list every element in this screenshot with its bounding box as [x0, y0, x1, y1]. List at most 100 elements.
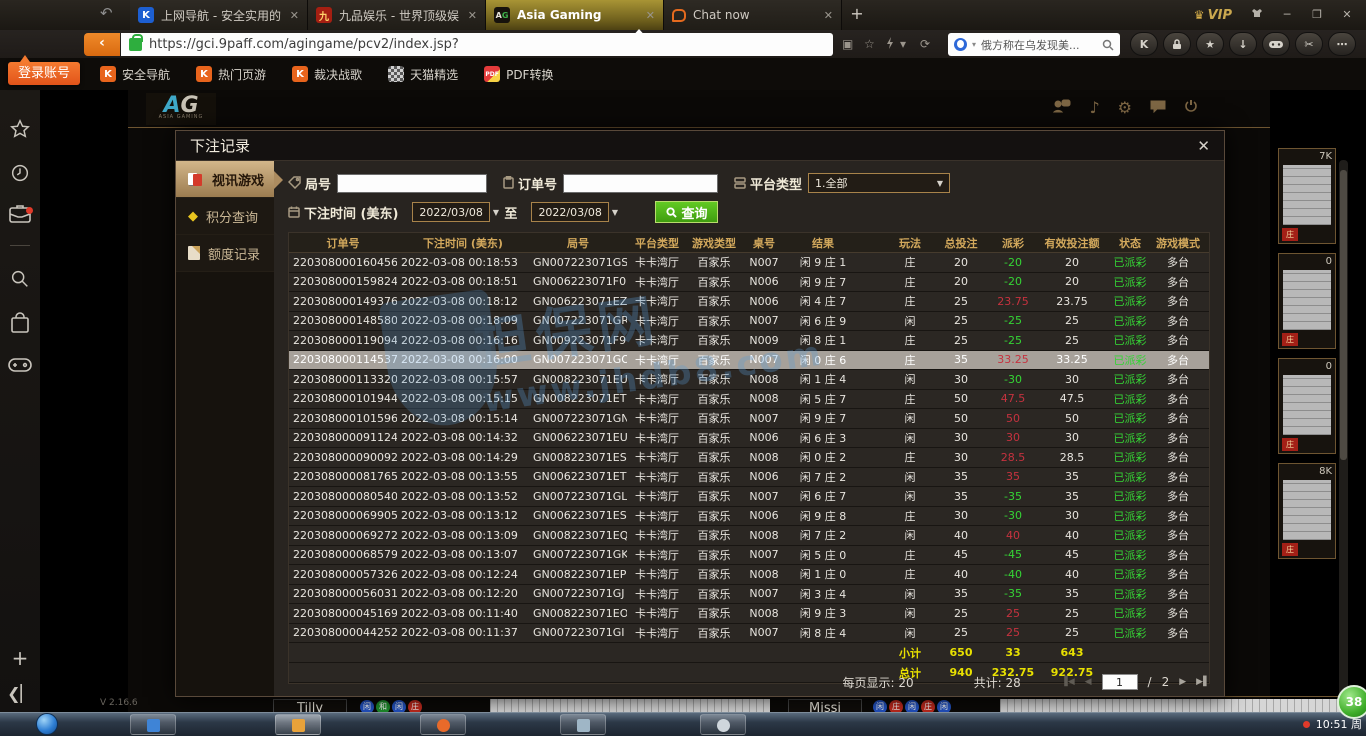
- chat-icon[interactable]: [1150, 98, 1166, 117]
- next-page-icon[interactable]: ▶: [1179, 677, 1186, 687]
- tab-close-icon[interactable]: ✕: [468, 9, 477, 22]
- inbox-bag-icon[interactable]: [0, 204, 40, 228]
- prev-page-icon[interactable]: ◀: [1085, 677, 1092, 687]
- lightning-icon[interactable]: [886, 37, 894, 52]
- power-icon[interactable]: [1184, 98, 1198, 117]
- vip-badge[interactable]: ♛VIP: [1194, 8, 1232, 23]
- refresh-icon[interactable]: ⟳: [920, 37, 930, 51]
- page-scrollbar[interactable]: [1339, 160, 1348, 700]
- taskbar-app-button[interactable]: [560, 714, 606, 735]
- speed-ball[interactable]: 38: [1337, 685, 1366, 719]
- table-row[interactable]: 2203080001019442022-03-08 00:15:15GN0082…: [289, 390, 1209, 410]
- table-row[interactable]: 2203080000817652022-03-08 00:13:55GN0062…: [289, 468, 1209, 488]
- download-button[interactable]: ↓: [1229, 32, 1257, 56]
- chevron-down-icon[interactable]: ▾: [972, 40, 976, 49]
- first-page-icon[interactable]: ▐◀: [1061, 677, 1075, 687]
- tab-close-icon[interactable]: ✕: [290, 9, 299, 22]
- search-icon[interactable]: [1102, 39, 1114, 51]
- taskbar-app-button[interactable]: [130, 714, 176, 735]
- bookmark-item[interactable]: 天猫精选: [388, 66, 458, 83]
- url-text[interactable]: https://gci.9paff.com/agingame/pcv2/inde…: [149, 37, 459, 52]
- query-button[interactable]: 查询: [655, 201, 718, 223]
- undo-arrow-icon[interactable]: ↶: [100, 4, 113, 22]
- bookmark-add-icon[interactable]: ☆: [864, 37, 875, 51]
- skin-button[interactable]: [1244, 5, 1270, 25]
- login-account-badge[interactable]: 登录账号: [8, 62, 80, 85]
- support-icon[interactable]: [1053, 98, 1071, 117]
- date-from-select[interactable]: 2022/03/08▼: [412, 202, 490, 222]
- table-row[interactable]: 2203080000900922022-03-08 00:14:29GN0082…: [289, 448, 1209, 468]
- game-table-card[interactable]: 0庄: [1278, 358, 1336, 454]
- table-row[interactable]: 2203080000560312022-03-08 00:12:20GN0072…: [289, 585, 1209, 605]
- last-page-icon[interactable]: ▶▌: [1196, 677, 1210, 687]
- bookmark-item[interactable]: K热门页游: [196, 66, 266, 83]
- search-query-text[interactable]: 俄方称在乌发现美...: [981, 37, 1097, 53]
- games-button[interactable]: [1262, 32, 1290, 56]
- table-row[interactable]: 2203080001604562022-03-08 00:18:53GN0072…: [289, 253, 1209, 273]
- settings-gear-icon[interactable]: ⚙: [1118, 98, 1132, 117]
- favorites-star-icon[interactable]: [0, 118, 40, 144]
- table-row[interactable]: 2203080000685792022-03-08 00:13:07GN0072…: [289, 546, 1209, 566]
- game-table-card[interactable]: 7K庄: [1278, 148, 1336, 244]
- screenshot-icon[interactable]: ▣: [842, 37, 853, 51]
- table-row[interactable]: 2203080001145372022-03-08 00:16:00GN0072…: [289, 351, 1209, 371]
- bookmark-item[interactable]: K裁决战歌: [292, 66, 362, 83]
- ag-logo[interactable]: AG ASIA GAMING: [146, 93, 216, 125]
- more-button[interactable]: ⋯: [1328, 32, 1356, 56]
- restore-button[interactable]: ❐: [1304, 5, 1330, 25]
- table-row[interactable]: 2203080001485802022-03-08 00:18:09GN0072…: [289, 312, 1209, 332]
- new-tab-button[interactable]: +: [842, 0, 872, 30]
- scrollbar-thumb[interactable]: [1340, 170, 1347, 460]
- round-input[interactable]: [337, 174, 487, 193]
- taskbar-app-button[interactable]: [700, 714, 746, 735]
- tab-close-icon[interactable]: ✕: [824, 9, 833, 22]
- browser-tab[interactable]: K上网导航 - 安全实用的✕: [130, 0, 308, 30]
- search-side-icon[interactable]: [0, 268, 40, 294]
- date-to-select[interactable]: 2022/03/08▼: [531, 202, 609, 222]
- add-icon[interactable]: +: [0, 646, 40, 670]
- page-input[interactable]: 1: [1102, 674, 1138, 690]
- lock-button[interactable]: [1163, 32, 1191, 56]
- table-row[interactable]: 2203080001493762022-03-08 00:18:12GN0062…: [289, 292, 1209, 312]
- table-row[interactable]: 2203080000911242022-03-08 00:14:32GN0062…: [289, 429, 1209, 449]
- table-row[interactable]: 2203080001015962022-03-08 00:15:14GN0072…: [289, 409, 1209, 429]
- bookmark-item[interactable]: PDFPDF转换: [484, 66, 553, 83]
- collapse-sidebar-icon[interactable]: ❮▏: [0, 684, 40, 703]
- taskbar-app-button[interactable]: [420, 714, 466, 735]
- bookmark-item[interactable]: K安全导航: [100, 66, 170, 83]
- table-row[interactable]: 2203080000805402022-03-08 00:13:52GN0072…: [289, 487, 1209, 507]
- browser-tab[interactable]: 九九品娱乐 - 世界顶级娱✕: [308, 0, 486, 30]
- back-button[interactable]: ‹: [84, 33, 120, 56]
- modal-tab-cards[interactable]: 视讯游戏: [176, 161, 274, 198]
- table-row[interactable]: 2203080000699052022-03-08 00:13:12GN0062…: [289, 507, 1209, 527]
- music-icon[interactable]: ♪: [1089, 98, 1099, 117]
- game-table-card[interactable]: 0庄: [1278, 253, 1336, 349]
- chevron-down-icon[interactable]: ▾: [900, 37, 906, 51]
- table-row[interactable]: 2203080001190942022-03-08 00:16:16GN0092…: [289, 331, 1209, 351]
- quick-search-box[interactable]: ▾ 俄方称在乌发现美...: [948, 33, 1120, 56]
- modal-close-icon[interactable]: ✕: [1197, 137, 1210, 155]
- table-row[interactable]: 2203080000451692022-03-08 00:11:40GN0082…: [289, 604, 1209, 624]
- shop-bag-icon[interactable]: [0, 312, 40, 338]
- minimize-button[interactable]: ─: [1274, 5, 1300, 25]
- url-field[interactable]: https://gci.9paff.com/agingame/pcv2/inde…: [121, 33, 833, 56]
- table-row[interactable]: 2203080000692722022-03-08 00:13:09GN0082…: [289, 526, 1209, 546]
- history-clock-icon[interactable]: [0, 162, 40, 188]
- kingsoft-button[interactable]: K: [1130, 32, 1158, 56]
- table-row[interactable]: 2203080001598242022-03-08 00:18:51GN0062…: [289, 273, 1209, 293]
- table-row[interactable]: 2203080000442522022-03-08 00:11:37GN0072…: [289, 624, 1209, 644]
- favorites-button[interactable]: ★: [1196, 32, 1224, 56]
- gamepad-icon[interactable]: [0, 356, 40, 378]
- browser-tab[interactable]: Chat now✕: [664, 0, 842, 30]
- close-button[interactable]: ✕: [1334, 5, 1360, 25]
- game-table-card[interactable]: 8K庄: [1278, 463, 1336, 559]
- taskbar-app-button[interactable]: [275, 714, 321, 735]
- modal-tab-gem[interactable]: ◆积分查询: [176, 198, 274, 235]
- table-row[interactable]: 2203080000573262022-03-08 00:12:24GN0082…: [289, 565, 1209, 585]
- platform-select[interactable]: 1.全部▼: [808, 173, 950, 193]
- scissors-button[interactable]: ✂: [1295, 32, 1323, 56]
- order-input[interactable]: [563, 174, 718, 193]
- modal-tab-doc[interactable]: 额度记录: [176, 235, 274, 272]
- table-row[interactable]: 2203080001133202022-03-08 00:15:57GN0082…: [289, 370, 1209, 390]
- start-button[interactable]: [36, 713, 58, 735]
